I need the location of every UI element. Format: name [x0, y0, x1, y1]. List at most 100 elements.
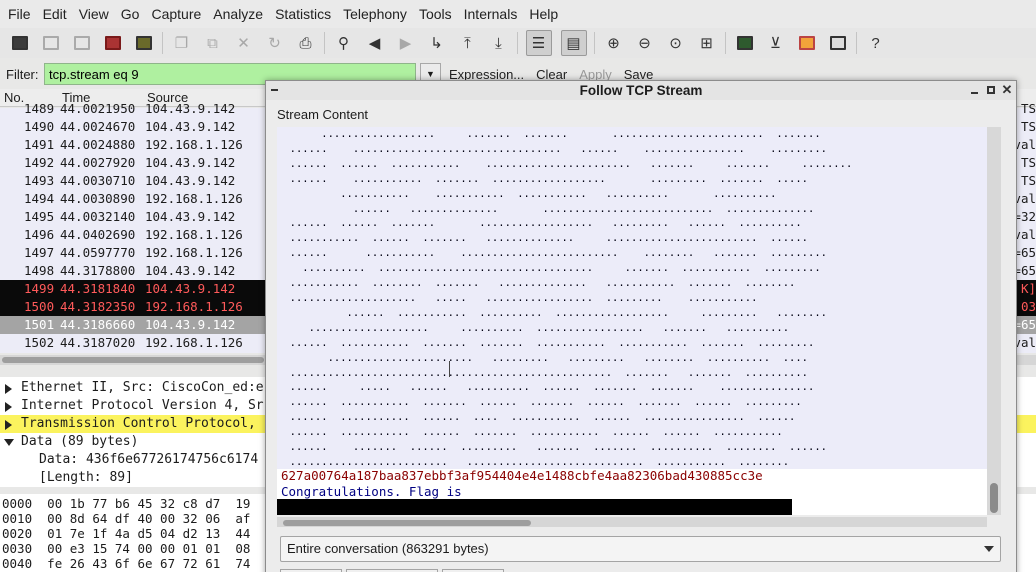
last-packet-icon[interactable]: ⤓ — [488, 32, 510, 54]
menu-edit[interactable]: Edit — [37, 0, 73, 28]
capture-options-icon[interactable] — [40, 32, 62, 54]
packet-time: 44.0030710 — [60, 173, 136, 188]
bytes-hex: 00 1b 77 b6 45 32 c8 d7 19 — [47, 496, 251, 511]
packet-time: 44.3178800 — [60, 263, 136, 278]
first-packet-icon[interactable]: ⤒ — [457, 32, 479, 54]
toolbar-separator — [517, 32, 518, 54]
preferences-icon[interactable] — [827, 32, 849, 54]
dialog-title: Follow TCP Stream — [579, 83, 703, 98]
minimize-icon[interactable] — [968, 83, 982, 97]
menu-internals[interactable]: Internals — [458, 0, 524, 28]
packet-time: 44.0402690 — [60, 227, 136, 242]
bytes-row: 0000 00 1b 77 b6 45 32 c8 d7 19 — [2, 496, 250, 511]
chevron-down-icon — [984, 546, 994, 552]
coloring-rules-icon[interactable] — [796, 32, 818, 54]
reload-icon[interactable]: ↻ — [264, 32, 286, 54]
stream-binary-content: .................. ....... ....... .....… — [277, 127, 987, 469]
normal-size-icon[interactable]: ⊙ — [665, 32, 687, 54]
packet-no: 1492 — [24, 155, 55, 170]
menu-capture[interactable]: Capture — [145, 0, 207, 28]
packet-source: 104.43.9.142 — [145, 209, 236, 224]
packet-no: 1501 — [24, 317, 55, 332]
menu-go[interactable]: Go — [115, 0, 146, 28]
scroll-thumb[interactable] — [2, 357, 264, 363]
tree-item-label: Transmission Control Protocol, — [21, 416, 256, 431]
stream-vscrollbar[interactable] — [987, 127, 1001, 515]
wireshark-window: File Edit View Go Capture Analyze Statis… — [0, 0, 1036, 572]
filter-label: Filter: — [6, 66, 39, 82]
packet-info: TS — [1020, 173, 1036, 188]
find-packet-icon[interactable]: ⚲ — [333, 32, 355, 54]
conversation-select[interactable]: Entire conversation (863291 bytes) — [280, 536, 1001, 562]
scroll-thumb[interactable] — [283, 520, 531, 526]
resize-columns-icon[interactable]: ⊞ — [696, 32, 718, 54]
colorize-icon[interactable]: ☰ — [525, 30, 552, 56]
packet-time: 44.0030890 — [60, 191, 136, 206]
packet-no: 1496 — [24, 227, 55, 242]
restart-capture-icon[interactable] — [133, 32, 155, 54]
zoom-in-icon[interactable]: ⊕ — [603, 32, 625, 54]
menu-help[interactable]: Help — [523, 0, 564, 28]
menu-telephony[interactable]: Telephony — [337, 0, 413, 28]
packet-source: 192.168.1.126 — [145, 137, 243, 152]
go-back-icon[interactable]: ◀ — [364, 32, 386, 54]
redaction-bar — [277, 499, 792, 515]
menu-view[interactable]: View — [73, 0, 115, 28]
packet-source: 104.43.9.142 — [145, 173, 236, 188]
go-forward-icon[interactable]: ▶ — [395, 32, 417, 54]
dialog-titlebar[interactable]: Follow TCP Stream ✕ — [266, 81, 1016, 100]
packet-no: 1497 — [24, 245, 55, 260]
tree-item-label: Data (89 bytes) — [21, 434, 139, 449]
expand-arrow-icon[interactable] — [5, 384, 12, 394]
packet-source: 104.43.9.142 — [145, 155, 236, 170]
packet-info: TS — [1020, 119, 1036, 134]
print-icon[interactable]: ⎙ — [295, 32, 317, 54]
stop-capture-icon[interactable] — [102, 32, 124, 54]
toolbar-separator — [162, 32, 163, 54]
packet-no: 1493 — [24, 173, 55, 188]
stream-flag-line: Congratulations. Flag is — [281, 484, 462, 499]
zoom-out-icon[interactable]: ⊖ — [634, 32, 656, 54]
expand-arrow-icon[interactable] — [5, 402, 12, 412]
conversation-select-value: Entire conversation (863291 bytes) — [287, 541, 489, 556]
scroll-thumb[interactable] — [990, 483, 998, 513]
packet-source: 104.43.9.142 — [145, 119, 236, 134]
bytes-row: 0010 00 8d 64 df 40 00 32 06 af — [2, 511, 250, 526]
stream-hex-line: 627a00764a187baa837ebbf3af954404e4e1488c… — [281, 468, 763, 483]
menu-tools[interactable]: Tools — [413, 0, 458, 28]
window-menu-icon[interactable] — [270, 83, 280, 97]
capture-filters-icon[interactable] — [734, 32, 756, 54]
packet-no: 1491 — [24, 137, 55, 152]
auto-scroll-icon[interactable]: ▤ — [560, 30, 587, 56]
help-icon[interactable]: ? — [865, 32, 887, 54]
stream-content-text[interactable]: .................. ....... ....... .....… — [277, 127, 987, 515]
menubar: File Edit View Go Capture Analyze Statis… — [0, 0, 1036, 28]
menu-statistics[interactable]: Statistics — [269, 0, 337, 28]
bytes-row: 0020 01 7e 1f 4a d5 04 d2 13 44 — [2, 526, 250, 541]
menu-analyze[interactable]: Analyze — [207, 0, 269, 28]
packet-source: 192.168.1.126 — [145, 335, 243, 350]
menu-file[interactable]: File — [2, 0, 37, 28]
maximize-icon[interactable] — [984, 83, 998, 97]
tree-item-label: [Length: 89] — [39, 470, 133, 485]
packet-source: 104.43.9.142 — [145, 101, 236, 116]
close-file-icon[interactable]: ✕ — [233, 32, 255, 54]
stream-hscrollbar[interactable] — [277, 517, 987, 527]
display-filters-icon[interactable]: ⊻ — [765, 32, 787, 54]
start-capture-icon[interactable] — [71, 32, 93, 54]
tree-item-label: Internet Protocol Version 4, Sr — [21, 398, 264, 413]
packet-info: 03 — [1020, 299, 1036, 314]
toolbar-separator — [594, 32, 595, 54]
packet-source: 104.43.9.142 — [145, 281, 236, 296]
save-file-icon[interactable]: ⧉ — [202, 32, 224, 54]
list-interfaces-icon[interactable] — [9, 32, 31, 54]
open-file-icon[interactable]: ❐ — [171, 32, 193, 54]
go-to-packet-icon[interactable]: ↳ — [426, 32, 448, 54]
bytes-offset: 0000 — [2, 496, 33, 511]
bytes-offset: 0020 — [2, 526, 33, 541]
bytes-row: 0030 00 e3 15 74 00 00 01 01 08 — [2, 541, 250, 556]
expand-arrow-icon[interactable] — [5, 420, 12, 430]
packet-source: 104.43.9.142 — [145, 263, 236, 278]
collapse-arrow-icon[interactable] — [4, 439, 14, 446]
close-icon[interactable]: ✕ — [1000, 83, 1014, 97]
